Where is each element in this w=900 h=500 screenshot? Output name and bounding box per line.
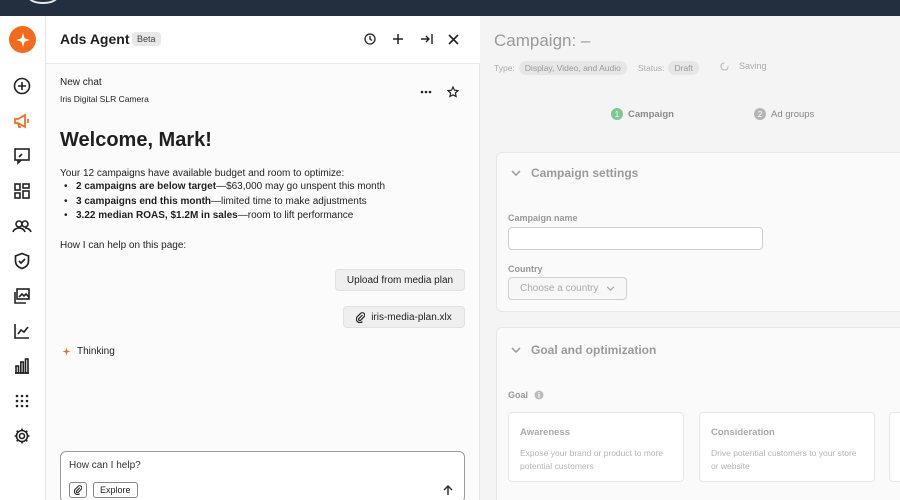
composer-input[interactable]: How can I help?: [69, 460, 141, 471]
campaign-settings-header[interactable]: Campaign settings: [511, 166, 638, 180]
goal-optimization-header[interactable]: Goal and optimization: [511, 343, 656, 357]
star-icon[interactable]: [444, 83, 462, 101]
insight-item: 3.22 median ROAS, $1.2M in sales—room to…: [64, 209, 385, 224]
insight-list: 2 campaigns are below target—$63,000 may…: [64, 180, 385, 224]
paperclip-icon: [356, 311, 366, 323]
left-rail: [0, 16, 46, 500]
campaign-name-label: Campaign name: [508, 213, 578, 223]
goal-label: Goal: [508, 390, 544, 400]
campaign-title: Campaign: –: [494, 31, 591, 50]
step-ad-groups[interactable]: 2 Ad groups: [754, 108, 814, 120]
step-campaign[interactable]: 1 Campaign: [611, 108, 674, 120]
attach-file-button[interactable]: [69, 482, 87, 498]
paperclip-icon: [74, 485, 82, 495]
chat-composer[interactable]: How can I help? Explore: [60, 451, 465, 500]
gear-icon[interactable]: [11, 425, 33, 447]
ads-agent-logo-icon[interactable]: [9, 26, 36, 53]
goal-option-next[interactable]: [889, 412, 900, 482]
chat-bubble-icon[interactable]: [11, 145, 33, 167]
goal-optimization-card: Goal and optimization Goal Awareness Exp…: [496, 327, 900, 500]
top-bar: [0, 0, 900, 16]
country-label: Country: [508, 264, 543, 274]
campaign-settings-card: Campaign settings Campaign name Country …: [496, 152, 900, 312]
beta-badge: Beta: [132, 32, 161, 46]
chat-title: Ads Agent: [60, 31, 130, 47]
info-icon[interactable]: [534, 390, 544, 400]
image-gallery-icon[interactable]: [11, 285, 33, 307]
session-subtitle: Iris Digital SLR Camera: [60, 94, 149, 104]
step-number: 1: [611, 108, 623, 120]
apps-dots-icon[interactable]: [11, 390, 33, 412]
explore-button[interactable]: Explore: [93, 482, 138, 498]
add-circle-icon[interactable]: [11, 75, 33, 97]
type-chip: Display, Video, and Audio: [518, 61, 627, 75]
shield-icon[interactable]: [11, 250, 33, 272]
goal-option-awareness[interactable]: Awareness Expose your brand or product t…: [508, 412, 684, 482]
audience-icon[interactable]: [11, 215, 33, 237]
dashboard-grid-icon[interactable]: [11, 180, 33, 202]
campaign-form-panel: Campaign: – Type: Display, Video, and Au…: [480, 16, 900, 500]
spinner-icon: [720, 61, 729, 71]
attachment-chip[interactable]: iris-media-plan.xlx: [343, 306, 465, 328]
more-options-icon[interactable]: [417, 83, 435, 101]
chevron-down-icon: [607, 286, 615, 291]
chevron-down-icon: [511, 170, 521, 176]
ads-agent-chat-panel: Ads Agent Beta New chat Iris Digital SLR…: [46, 16, 480, 500]
plus-icon[interactable]: [389, 30, 407, 48]
app-logo: [28, 0, 58, 4]
help-prompt: How I can help on this page:: [60, 240, 187, 251]
welcome-heading: Welcome, Mark!: [60, 129, 212, 151]
campaign-name-input[interactable]: [508, 227, 763, 250]
chevron-down-icon: [511, 347, 521, 353]
insight-item: 2 campaigns are below target—$63,000 may…: [64, 180, 385, 195]
arrow-up-icon: [443, 484, 453, 495]
session-title: New chat: [60, 77, 102, 88]
step-number: 2: [754, 108, 766, 120]
status-chip: Draft: [668, 61, 699, 75]
collapse-panel-icon[interactable]: [417, 30, 435, 48]
upload-media-plan-message[interactable]: Upload from media plan: [335, 269, 465, 291]
close-icon[interactable]: [444, 30, 462, 48]
trend-chart-icon[interactable]: [11, 320, 33, 342]
country-select[interactable]: Choose a country: [508, 277, 627, 300]
campaign-status: Status: Draft: [638, 61, 699, 75]
thinking-status: Thinking: [62, 346, 115, 357]
goal-option-consideration[interactable]: Consideration Drive potential customers …: [699, 412, 875, 482]
saving-indicator: Saving: [720, 61, 767, 71]
insight-item: 3 campaigns end this month—limited time …: [64, 195, 385, 210]
campaign-type: Type: Display, Video, and Audio: [494, 61, 627, 75]
megaphone-icon[interactable]: [11, 110, 33, 132]
bar-chart-icon[interactable]: [11, 355, 33, 377]
chat-header: Ads Agent Beta: [46, 16, 480, 64]
send-button[interactable]: [440, 482, 456, 498]
history-icon[interactable]: [361, 30, 379, 48]
sparkle-icon: [62, 347, 71, 356]
